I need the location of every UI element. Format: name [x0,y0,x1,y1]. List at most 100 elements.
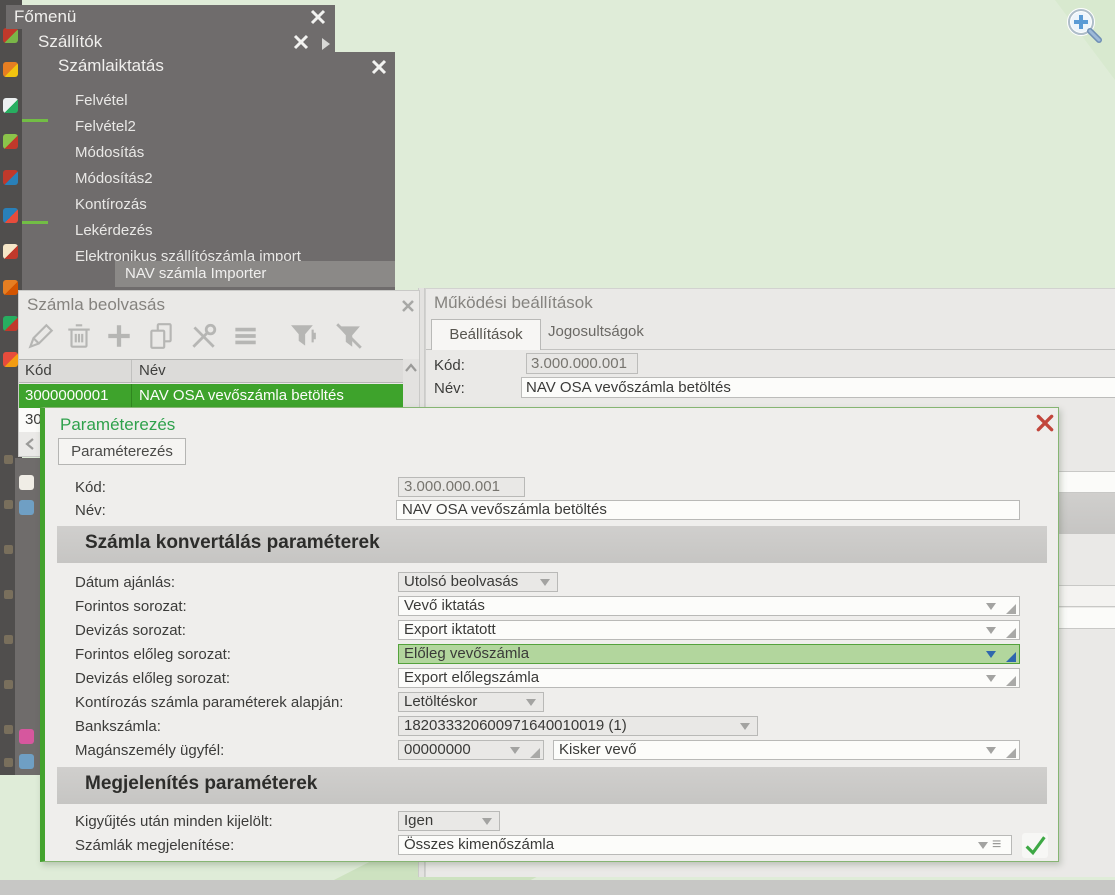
chevron-down-icon[interactable] [986,675,996,682]
table-header[interactable]: Kód Név [19,359,403,383]
desktop: Főmenü Szállítók Számlaiktatás FelvételF… [0,0,1115,895]
chevron-down-icon[interactable] [526,699,536,706]
field-label: Kód: [434,357,465,374]
close-icon[interactable] [1035,413,1055,433]
combo-field[interactable]: Vevő iktatás [398,596,1020,616]
close-icon[interactable] [309,8,327,26]
app-icon[interactable] [4,635,13,644]
close-icon[interactable] [292,33,310,51]
field-label: Devizás előleg sorozat: [75,670,230,687]
close-icon[interactable] [399,297,417,315]
food-icon[interactable] [3,134,18,149]
tab-beallitasok[interactable]: Beállítások [431,319,541,350]
app-icon[interactable] [4,680,13,689]
corner-expand-icon[interactable] [1006,652,1016,662]
tab-jogosultsagok[interactable]: Jogosultságok [548,323,644,340]
menu-item[interactable]: Módosítás [75,140,144,166]
tools-icon[interactable] [187,321,219,351]
edit-icon[interactable] [25,321,57,351]
field-label: Név: [434,380,465,397]
nev-field[interactable]: NAV OSA vevőszámla betöltés [521,377,1115,398]
delete-icon[interactable] [63,321,95,351]
section-header: Megjelenítés paraméterek [57,767,1047,804]
menu-item[interactable]: Felvétel2 [75,114,136,140]
menu-item[interactable]: Módosítás2 [75,166,153,192]
copy-icon[interactable] [145,321,177,351]
code-dropdown-field[interactable]: 00000000 [398,740,544,760]
menu-item-highlighted[interactable]: NAV számla Importer [115,261,395,287]
window-title: Számlaiktatás [58,56,164,76]
mail-icon[interactable] [3,244,18,259]
menu-icon[interactable] [229,321,261,351]
chevron-down-icon[interactable] [510,747,520,754]
filter-clear-icon[interactable] [333,321,365,351]
corner-expand-icon[interactable] [1006,676,1016,686]
app-icon[interactable] [4,590,13,599]
dropdown-field[interactable]: Utolsó beolvasás [398,572,558,592]
folder-icon[interactable] [3,280,18,295]
column-header-nev[interactable]: Név [139,362,166,379]
chevron-down-icon[interactable] [540,579,550,586]
app-icon[interactable] [4,545,13,554]
table-row[interactable]: 3000000001NAV OSA vevőszámla betöltés [19,384,403,408]
field-label: Devizás sorozat: [75,622,186,639]
book-icon[interactable] [3,170,18,185]
menu-item[interactable]: Kontírozás [75,192,147,218]
document-sync-icon[interactable] [3,98,18,113]
field-label: Számlák megjelenítése: [75,837,234,854]
dialog-title: Paraméterezés [60,415,175,435]
chevron-down-icon[interactable] [986,603,996,610]
chevron-down-icon[interactable] [986,627,996,634]
confirm-check-button[interactable] [1022,833,1048,858]
combo-field[interactable]: Export iktatott [398,620,1020,640]
basket-icon[interactable] [3,28,18,43]
corner-expand-icon[interactable] [1006,604,1016,614]
panel-title: Működési beállítások [434,293,593,313]
check-icon [1022,833,1048,858]
combo-field[interactable]: Összes kimenőszámla [398,835,1012,855]
menu-item[interactable]: Lekérdezés [75,218,153,244]
window-fomenu-titlebar[interactable]: Főmenü [6,5,335,29]
app-icon[interactable] [4,725,13,734]
menu-item[interactable]: Felvétel [75,88,128,114]
app-icon[interactable] [4,455,13,464]
combo-field[interactable]: Előleg vevőszámla [398,644,1020,664]
tab-parameterezes[interactable]: Paraméterezés [58,438,186,465]
zoom-in-icon[interactable] [1063,5,1107,49]
corner-expand-icon[interactable] [1006,748,1016,758]
combo-field[interactable]: Export előlegszámla [398,668,1020,688]
box-icon[interactable] [3,208,18,223]
column-header-kod[interactable]: Kód [25,362,52,379]
field-label: Kód: [75,479,106,496]
dropdown-field[interactable]: 182033320600971640010019 (1) [398,716,758,736]
scroll-up-icon[interactable] [403,361,419,377]
window-title: Szállítók [38,32,102,52]
corner-expand-icon[interactable] [1006,628,1016,638]
chevron-down-icon[interactable] [978,842,988,849]
window-szallitok-titlebar[interactable]: Szállítók [28,30,318,54]
scroll-left-icon[interactable] [23,436,39,452]
cart-icon[interactable] [3,62,18,77]
menu-item-label: NAV számla Importer [125,261,266,287]
chevron-down-icon[interactable] [986,747,996,754]
list-icon[interactable]: ≡ [992,838,1001,852]
chevron-down-icon[interactable] [740,723,750,730]
window-title: Főmenü [14,7,76,27]
close-icon[interactable] [370,58,388,76]
palette-icon[interactable] [3,352,18,367]
cell-nev: NAV OSA vevőszámla betöltés [139,387,344,404]
filter-icon[interactable] [287,321,319,351]
chevron-down-icon[interactable] [482,818,492,825]
dialog-parameterezes: Paraméterezés Paraméterezés Kód: 3.000.0… [40,407,1059,862]
add-icon[interactable] [103,321,135,351]
dropdown-field[interactable]: Letöltéskor [398,692,544,712]
chevron-down-icon[interactable] [986,651,996,658]
nev-field[interactable]: NAV OSA vevőszámla betöltés [396,500,1020,520]
document-icon [19,475,34,490]
app-icon[interactable] [4,500,13,509]
field-label: Forintos előleg sorozat: [75,646,231,663]
corner-expand-icon[interactable] [530,748,540,758]
chart-icon[interactable] [3,316,18,331]
app-icon[interactable] [4,758,13,767]
name-combo-field[interactable]: Kisker vevő [553,740,1020,760]
